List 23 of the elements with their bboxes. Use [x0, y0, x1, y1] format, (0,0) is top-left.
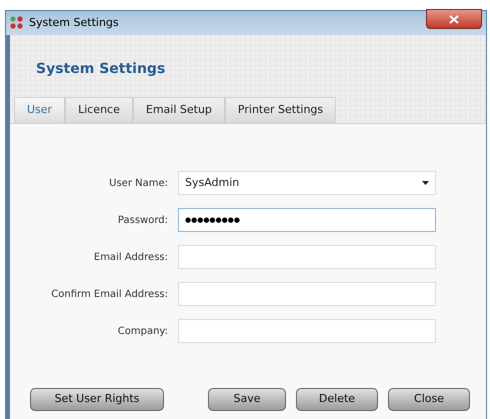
input-field[interactable]: [178, 245, 436, 269]
field-label: Company:: [116, 324, 169, 338]
action-button[interactable]: Delete: [296, 388, 378, 411]
action-button[interactable]: Set User Rights: [30, 388, 164, 411]
action-button[interactable]: Close: [388, 388, 470, 411]
caret-icon: [422, 181, 429, 185]
tab[interactable]: Licence: [65, 97, 133, 123]
header-title: System Settings: [36, 61, 166, 77]
tab[interactable]: Email Setup: [132, 97, 225, 123]
action-button[interactable]: Save: [208, 388, 286, 411]
app-icon: [10, 16, 24, 30]
dropdown[interactable]: SysAdmin: [178, 171, 436, 195]
field-label: Email Address:: [92, 250, 169, 264]
close-icon: [449, 14, 459, 24]
input-field[interactable]: [178, 319, 436, 343]
input-field[interactable]: [178, 282, 436, 306]
close-button[interactable]: [426, 9, 482, 29]
field-label: Confirm Email Address:: [50, 288, 169, 302]
tab[interactable]: User: [14, 97, 66, 123]
field-label: User Name:: [108, 176, 169, 190]
field-label: Password:: [116, 214, 169, 228]
tab[interactable]: Printer Settings: [224, 97, 336, 123]
window-title: System Settings: [29, 14, 119, 31]
